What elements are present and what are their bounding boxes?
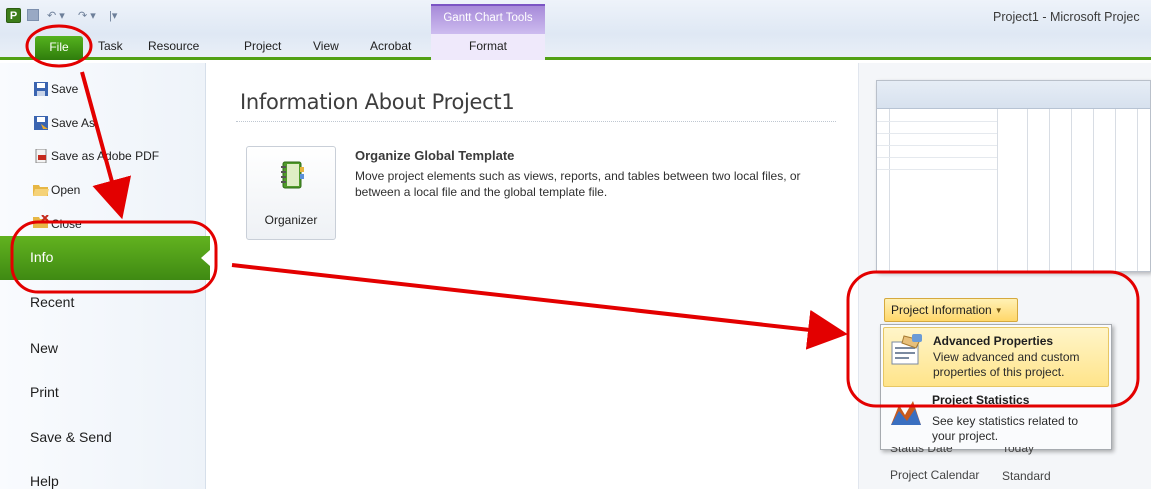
- nav-help[interactable]: Help: [30, 473, 59, 489]
- save-as-pdf-command[interactable]: Save as Adobe PDF: [51, 149, 159, 163]
- thumbnail-gridline: [1027, 109, 1028, 271]
- customize-qat-icon[interactable]: |▾: [109, 9, 117, 23]
- nav-new[interactable]: New: [30, 340, 58, 356]
- save-as-command[interactable]: Save As: [51, 116, 95, 130]
- thumbnail-gridline: [997, 109, 998, 271]
- project-calendar-label: Project Calendar: [890, 468, 980, 482]
- thumbnail-row: [877, 157, 997, 158]
- tab-view[interactable]: View: [313, 39, 339, 53]
- status-date-value-text: Today: [1002, 447, 1035, 455]
- contextual-tab-group-label: Gantt Chart Tools: [431, 4, 545, 34]
- title-divider: [236, 121, 836, 122]
- thumbnail-row: [877, 169, 997, 170]
- tab-project[interactable]: Project: [244, 39, 281, 53]
- project-information-button[interactable]: Project Information ▼: [884, 298, 1018, 322]
- save-command[interactable]: Save: [51, 82, 78, 96]
- page-title: Information About Project1: [240, 90, 515, 114]
- project-information-menu: Advanced Properties View advanced and cu…: [880, 324, 1112, 450]
- project-statistics-description: See key statistics related to your proje…: [932, 414, 1079, 443]
- thumbnail-ribbon: [877, 81, 1150, 109]
- close-folder-icon: [33, 215, 49, 228]
- thumbnail-row: [877, 145, 997, 146]
- nav-recent[interactable]: Recent: [30, 294, 74, 310]
- nav-save-send[interactable]: Save & Send: [30, 429, 112, 445]
- chevron-down-icon: ▼: [994, 306, 1003, 315]
- organizer-description: Move project elements such as views, rep…: [355, 169, 801, 199]
- nav-info[interactable]: Info: [0, 236, 210, 280]
- thumbnail-gridline: [1093, 109, 1094, 271]
- menu-item-advanced-properties[interactable]: Advanced Properties View advanced and cu…: [883, 327, 1109, 387]
- project-calendar-value[interactable]: Standard: [1002, 469, 1051, 483]
- organizer-icon: [281, 161, 304, 189]
- project-statistics-title: Project Statistics: [932, 393, 1030, 407]
- window-title: Project1 - Microsoft Projec: [993, 10, 1140, 24]
- tab-acrobat[interactable]: Acrobat: [370, 39, 411, 53]
- open-folder-icon: [33, 185, 49, 196]
- thumbnail-row: [877, 121, 997, 122]
- organizer-button-label: Organizer: [264, 213, 318, 227]
- thumbnail-gridline: [1049, 109, 1050, 271]
- tab-resource[interactable]: Resource: [148, 39, 199, 53]
- advanced-properties-title: Advanced Properties: [933, 334, 1054, 348]
- status-date-label: Status Date: [890, 447, 953, 455]
- project-preview-thumbnail: [876, 80, 1151, 272]
- title-bar: P ↶ ▾ ↷ ▾ |▾ Project1 - Microsoft Projec: [0, 0, 1151, 34]
- nav-print[interactable]: Print: [30, 384, 59, 400]
- save-icon: [34, 82, 48, 96]
- undo-icon[interactable]: ↶ ▾: [47, 9, 65, 23]
- adobe-pdf-icon: [35, 149, 47, 163]
- organizer-button[interactable]: Organizer: [246, 146, 336, 240]
- tab-task[interactable]: Task: [98, 39, 123, 53]
- tab-file[interactable]: File: [35, 36, 83, 60]
- nav-info-label: Info: [30, 249, 54, 265]
- redo-icon[interactable]: ↷ ▾: [78, 9, 96, 23]
- advanced-properties-icon: [891, 334, 922, 365]
- close-command[interactable]: Close: [51, 217, 82, 231]
- project-statistics-icon: [891, 401, 921, 425]
- thumbnail-gridline: [1071, 109, 1072, 271]
- thumbnail-gridline: [1115, 109, 1116, 271]
- status-date-value[interactable]: Today: [1002, 447, 1034, 455]
- open-command[interactable]: Open: [51, 183, 80, 197]
- save-qat-icon[interactable]: [27, 9, 39, 21]
- project-app-icon[interactable]: P: [6, 8, 21, 23]
- menu-item-project-statistics[interactable]: Project Statistics See key statistics re…: [883, 389, 1109, 447]
- project-information-label: Project Information: [891, 303, 992, 317]
- selection-notch: [201, 250, 210, 266]
- thumbnail-gridline: [1137, 109, 1138, 271]
- organizer-heading: Organize Global Template: [355, 148, 515, 163]
- thumbnail-row: [877, 133, 997, 134]
- save-as-icon: [34, 116, 48, 130]
- tab-format[interactable]: Format: [469, 39, 507, 53]
- arrow-info-to-advanced-properties: [231, 263, 848, 350]
- status-date-label-text: Status Date: [890, 447, 953, 455]
- advanced-properties-description: View advanced and custom properties of t…: [933, 350, 1080, 379]
